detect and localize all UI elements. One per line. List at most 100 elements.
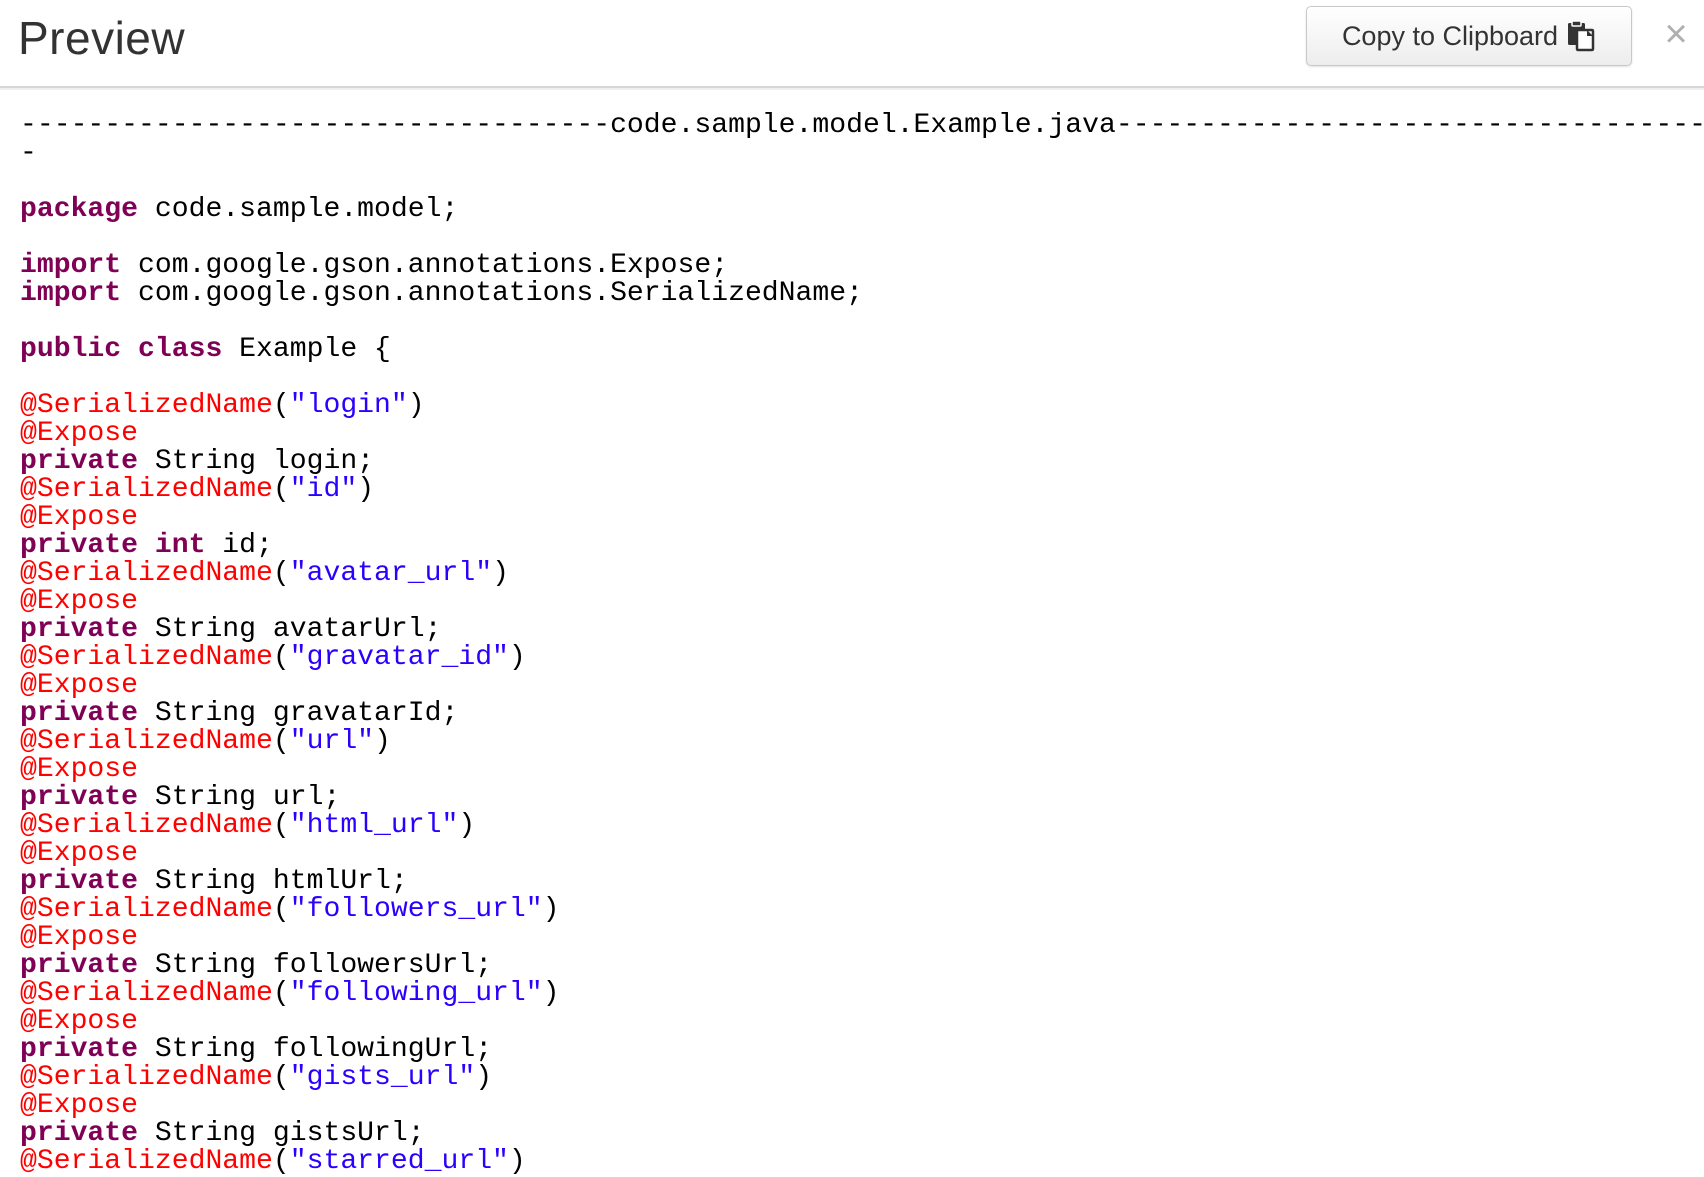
code-token: code.sample.model; bbox=[138, 194, 459, 225]
code-token: ) bbox=[492, 558, 509, 589]
code-token: private bbox=[20, 950, 139, 981]
code-token: ( bbox=[272, 726, 290, 757]
code-line: @SerializedName("url") bbox=[20, 726, 1684, 757]
code-line: private String gistsUrl; bbox=[20, 1118, 1684, 1149]
code-token: @SerializedName bbox=[20, 978, 273, 1009]
code-token: String login; bbox=[138, 446, 375, 477]
code-token: String gravatarId; bbox=[138, 698, 459, 729]
preview-header: Preview Copy to Clipboard × bbox=[0, 0, 1704, 88]
code-token: ) bbox=[542, 894, 560, 925]
code-token: ----------------------------------- bbox=[1115, 110, 1704, 141]
code-line: @SerializedName("html_url") bbox=[20, 810, 1684, 841]
code-token: @Expose bbox=[20, 1006, 139, 1037]
code-line: @SerializedName("followers_url") bbox=[20, 894, 1684, 925]
code-line: private String followersUrl; bbox=[20, 950, 1684, 981]
code-line: @Expose bbox=[20, 502, 1684, 533]
code-token: import bbox=[20, 278, 122, 309]
code-line: @Expose bbox=[20, 671, 1684, 700]
code-line: @SerializedName("login") bbox=[20, 390, 1684, 421]
close-icon[interactable]: × bbox=[1658, 12, 1694, 56]
code-line: @SerializedName("gists_url") bbox=[20, 1062, 1684, 1093]
code-token: "following_url" bbox=[289, 978, 543, 1009]
code-preview: -----------------------------------code.… bbox=[20, 110, 1704, 1176]
code-line: private String login; bbox=[20, 446, 1684, 477]
code-token: ) bbox=[458, 810, 476, 841]
code-token: private bbox=[20, 1118, 139, 1149]
code-token: private bbox=[20, 698, 139, 729]
code-token: String url; bbox=[138, 782, 341, 813]
code-token: ( bbox=[272, 810, 290, 841]
code-token: private bbox=[20, 530, 139, 561]
code-line: private String url; bbox=[20, 782, 1684, 813]
code-token: int bbox=[154, 530, 206, 561]
code-token: @Expose bbox=[20, 922, 139, 953]
code-token: class bbox=[138, 334, 223, 365]
code-token: "followers_url" bbox=[289, 894, 543, 925]
code-token: @Expose bbox=[20, 838, 139, 869]
code-token: @SerializedName bbox=[20, 894, 273, 925]
code-token: public bbox=[20, 334, 122, 365]
page-title: Preview bbox=[18, 12, 186, 64]
code-line: private String avatarUrl; bbox=[20, 614, 1684, 645]
code-line: @Expose bbox=[20, 586, 1684, 617]
code-token: com.google.gson.annotations.Expose; bbox=[121, 250, 729, 281]
code-line: private String gravatarId; bbox=[20, 698, 1684, 729]
code-token: @SerializedName bbox=[20, 642, 273, 673]
code-token: @Expose bbox=[20, 586, 139, 617]
code-line: @SerializedName("gravatar_id") bbox=[20, 642, 1684, 673]
code-token: code.sample.model.Example.java bbox=[610, 110, 1116, 141]
code-line: private String followingUrl; bbox=[20, 1034, 1684, 1065]
code-line: package code.sample.model; bbox=[20, 194, 1684, 225]
code-token: @SerializedName bbox=[20, 390, 273, 421]
code-line: @Expose bbox=[20, 755, 1684, 784]
code-token: @SerializedName bbox=[20, 474, 273, 505]
code-token: - bbox=[20, 138, 37, 169]
code-token: "avatar_url" bbox=[289, 558, 493, 589]
code-token: ( bbox=[272, 978, 290, 1009]
code-token: @Expose bbox=[20, 1090, 139, 1121]
code-token: ( bbox=[272, 1062, 290, 1093]
code-token: ) bbox=[374, 726, 391, 757]
code-token: String followersUrl; bbox=[138, 950, 493, 981]
code-token: String avatarUrl; bbox=[138, 614, 442, 645]
code-line: import com.google.gson.annotations.Expos… bbox=[20, 250, 1684, 281]
code-token: private bbox=[20, 782, 139, 813]
code-token: package bbox=[20, 194, 139, 225]
code-token: String followingUrl; bbox=[138, 1034, 493, 1065]
code-token: Example { bbox=[222, 334, 391, 365]
code-token: @Expose bbox=[20, 502, 139, 533]
code-token: ) bbox=[357, 474, 375, 505]
code-line: @Expose bbox=[20, 922, 1684, 953]
code-line: - bbox=[20, 138, 1684, 169]
code-token: private bbox=[20, 446, 139, 477]
code-token: ( bbox=[272, 642, 290, 673]
code-token: private bbox=[20, 866, 139, 897]
code-token: @SerializedName bbox=[20, 810, 273, 841]
code-token: @SerializedName bbox=[20, 558, 273, 589]
copy-button-label: Copy to Clipboard bbox=[1341, 20, 1559, 51]
code-token: String gistsUrl; bbox=[138, 1118, 425, 1149]
code-line: -----------------------------------code.… bbox=[20, 110, 1704, 141]
code-token: "gravatar_id" bbox=[289, 642, 509, 673]
code-token: private bbox=[20, 614, 139, 645]
code-token: "html_url" bbox=[289, 810, 459, 841]
copy-to-clipboard-button[interactable]: Copy to Clipboard bbox=[1306, 6, 1632, 66]
code-token: ) bbox=[407, 390, 425, 421]
code-line: @SerializedName("following_url") bbox=[20, 978, 1684, 1009]
code-line: @Expose bbox=[20, 419, 1684, 448]
code-line: import com.google.gson.annotations.Seria… bbox=[20, 278, 1684, 309]
code-token: ) bbox=[508, 642, 526, 673]
code-token: "url" bbox=[289, 726, 375, 757]
code-token: id; bbox=[205, 530, 273, 561]
code-token: ( bbox=[272, 558, 290, 589]
code-token: "id" bbox=[289, 474, 358, 505]
clipboard-icon bbox=[1566, 20, 1596, 52]
code-line: @SerializedName("id") bbox=[20, 474, 1684, 505]
code-token: ( bbox=[272, 474, 290, 505]
